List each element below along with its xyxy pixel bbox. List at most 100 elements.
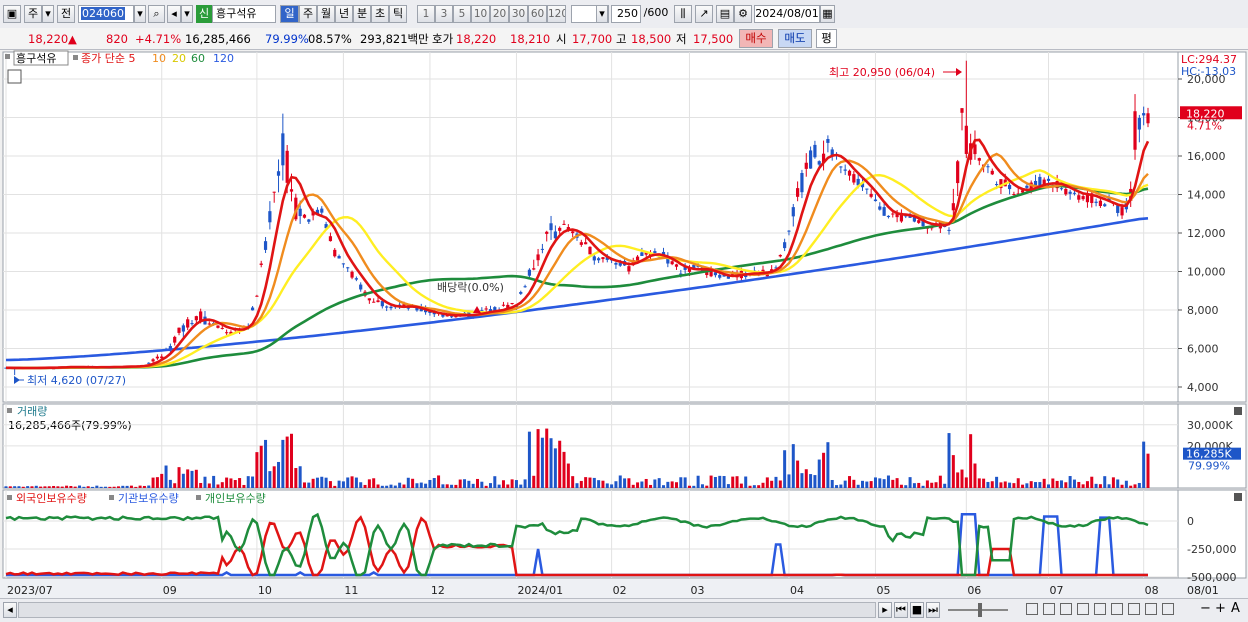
interval-120-button[interactable]: 120 [547,5,566,23]
volume-bar [510,479,514,488]
stop-icon[interactable]: ■ [910,602,924,618]
current-price: 18,220 [28,32,69,46]
candle-body [1103,204,1107,207]
zoom-tool-icon[interactable] [1162,603,1174,615]
save-icon[interactable]: ▤ [716,5,734,23]
volume-bar [138,485,142,488]
cycle-tool-icon[interactable] [1145,603,1157,615]
volume-bar [1029,481,1033,488]
candle-body [640,252,644,256]
price-tick-label: 10,000 [1187,266,1226,279]
interval-30-button[interactable]: 30 [509,5,528,23]
volume-bar [925,480,929,488]
volume-bar [990,481,994,488]
search-icon[interactable]: ⌕ [148,5,165,23]
candle-body [333,249,337,257]
chevron-down-icon[interactable]: ▾ [596,5,608,23]
period-6-button[interactable]: 틱 [389,5,407,23]
interval-20-button[interactable]: 20 [490,5,509,23]
volume-bar [657,478,661,488]
date-input[interactable]: 2024/08/01 [754,5,820,23]
text-size-button[interactable]: A [1231,601,1240,616]
candle-body [389,306,393,309]
arc-tool-icon[interactable] [1128,603,1140,615]
scroll-track[interactable] [18,602,876,618]
volume-bar [160,473,164,488]
scroll-right-icon[interactable]: ▸ [878,602,892,618]
volume-bar [705,485,709,488]
period-4-button[interactable]: 분 [353,5,371,23]
stock-code-input[interactable]: 024060 [78,5,134,23]
volume-bar [103,486,107,488]
plus-icon[interactable]: + [1215,601,1226,616]
candle-body [147,362,151,364]
minus-icon[interactable]: − [1200,601,1211,616]
layout-icon[interactable]: ▣ [3,5,21,23]
buy-button[interactable]: 매수 [739,29,773,48]
volume-bar [493,476,497,488]
calendar-icon[interactable]: ▦ [820,5,835,23]
scroll-left-icon[interactable]: ◂ [3,602,17,618]
period-3-button[interactable]: 년 [335,5,353,23]
volume-bar [995,476,999,488]
fib-tool-icon[interactable] [1077,603,1089,615]
fan-tool-icon[interactable] [1111,603,1123,615]
interval-3-button[interactable]: 3 [435,5,453,23]
line-tool-icon[interactable]: ↗ [695,5,713,23]
candle-tool-icon[interactable]: ⫼ [674,5,692,23]
prev-button[interactable]: 전 [57,5,75,23]
period-1-button[interactable]: 주 [299,5,317,23]
volume-bar [30,486,34,488]
interval-1-button[interactable]: 1 [417,5,435,23]
market-select[interactable]: 주 [24,5,42,23]
volume-bar [947,433,951,488]
zoom-handle[interactable] [978,603,982,617]
period-0-button[interactable]: 일 [280,5,299,23]
candle-body [173,336,177,343]
rect-tool-icon[interactable] [1026,603,1038,615]
candle-body [1025,185,1029,188]
volume-bar [1111,477,1115,488]
first-icon[interactable]: ⏮ [894,602,908,618]
volume-bar [731,476,735,488]
volume-bar [757,485,761,488]
candle-body [956,161,960,184]
low-annotation: 최저 4,620 (07/27) [27,374,126,387]
interval-60-button[interactable]: 60 [528,5,547,23]
gear-icon[interactable]: ⚙ [734,5,752,23]
period-5-button[interactable]: 초 [371,5,389,23]
chevron-down-icon[interactable]: ▾ [181,5,193,23]
period-tool-icon[interactable] [1060,603,1072,615]
chevron-down-icon[interactable]: ▾ [42,5,54,23]
speaker-icon[interactable]: ◂ [167,5,181,23]
volume-bar [212,475,216,488]
volume-bar [471,483,475,488]
interval-5-button[interactable]: 5 [453,5,471,23]
stock-name-field[interactable]: 흥구석유 [212,5,276,23]
low-label: 저 [676,32,687,46]
period-2-button[interactable]: 월 [317,5,335,23]
angle-tool-icon[interactable] [1094,603,1106,615]
investor-legend-marker [196,495,201,500]
volume-bar [290,433,293,488]
grid-toggle-icon[interactable] [7,69,22,84]
volume-close-icon[interactable] [1234,407,1242,415]
candle-body [977,158,981,161]
volume-bar [917,482,921,488]
volume-bar [519,484,523,488]
stock-chart[interactable]: 4,000 6,000 8,000 10,000 12,000 14,000 16,000 1… [0,50,1248,598]
volume-bar [848,476,852,488]
volume-bar [514,480,518,488]
chevron-down-icon[interactable]: ▾ [134,5,146,23]
volume-bar [709,475,713,488]
interval-10-button[interactable]: 10 [471,5,490,23]
volume-bar [891,479,895,488]
last-icon[interactable]: ⏭ [926,602,940,618]
investor-close-icon[interactable] [1234,493,1242,501]
sell-button[interactable]: 매도 [778,29,812,48]
eval-button[interactable]: 평 [816,29,837,48]
count-input[interactable]: 250 [611,5,641,23]
box-tool-icon[interactable] [1043,603,1055,615]
volume-bar [796,460,800,488]
volume-bar [588,477,592,488]
